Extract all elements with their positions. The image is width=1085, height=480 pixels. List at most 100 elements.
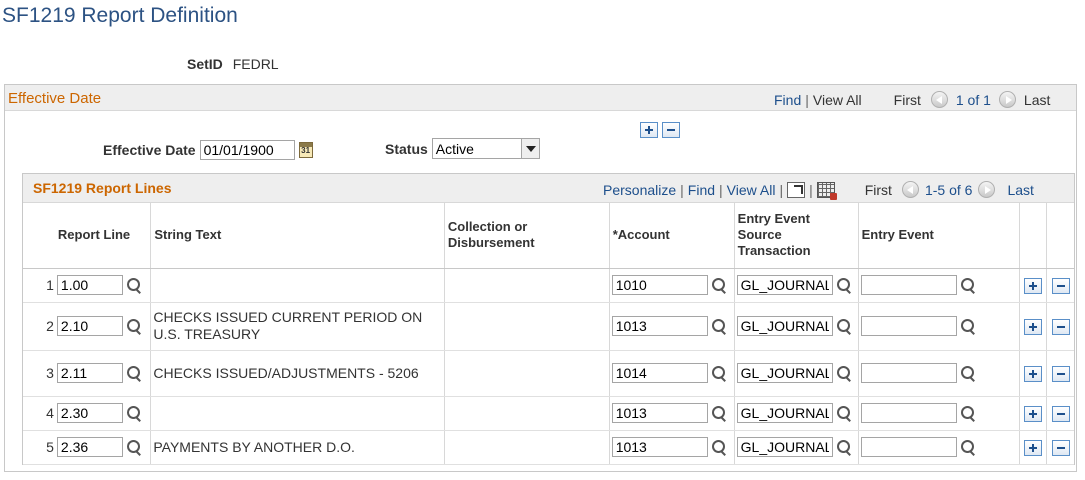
report-lines-first-label: First xyxy=(864,181,892,198)
account-input[interactable] xyxy=(611,437,708,457)
next-arrow-icon[interactable] xyxy=(998,91,1016,108)
lookup-icon[interactable] xyxy=(836,318,852,334)
lookup-icon[interactable] xyxy=(836,405,852,421)
report-lines-find-link[interactable]: Find xyxy=(688,182,715,198)
account-input[interactable] xyxy=(611,275,708,295)
string-text-value: PAYMENTS BY ANOTHER D.O. xyxy=(153,438,355,455)
entry-event-cell xyxy=(858,430,1021,465)
lookup-icon[interactable] xyxy=(126,277,142,293)
delete-effective-row-button[interactable] xyxy=(662,122,680,138)
string-text-cell: CHECKS ISSUED CURRENT PERIOD ON U.S. TRE… xyxy=(150,302,445,351)
add-effective-row-button[interactable] xyxy=(640,122,658,138)
new-window-icon[interactable] xyxy=(787,181,806,198)
delete-cell xyxy=(1046,396,1074,431)
effective-view-all-link[interactable]: View All xyxy=(813,92,862,108)
string-text-value: CHECKS ISSUED/ADJUSTMENTS - 5206 xyxy=(153,364,419,381)
entry-event-source-cell xyxy=(734,350,859,397)
string-text-cell xyxy=(150,268,445,303)
effective-row-buttons xyxy=(640,122,680,138)
add-row-button[interactable] xyxy=(1024,277,1043,294)
report-line-input[interactable] xyxy=(56,403,123,423)
table-header-row: Report Line String Text Collection or Di… xyxy=(23,203,1074,269)
lookup-icon[interactable] xyxy=(836,365,852,381)
report-lines-title: SF1219 Report Lines xyxy=(33,180,172,196)
account-cell xyxy=(609,396,735,431)
entry-event-source-input[interactable] xyxy=(736,275,833,295)
column-header-report-line: Report Line xyxy=(54,203,152,269)
status-select[interactable]: Active xyxy=(431,138,540,159)
personalize-link[interactable]: Personalize xyxy=(603,182,676,198)
account-input[interactable] xyxy=(611,363,708,383)
lookup-icon[interactable] xyxy=(126,318,142,334)
effective-date-input[interactable] xyxy=(199,140,295,160)
add-cell xyxy=(1019,350,1048,397)
report-line-input[interactable] xyxy=(56,363,123,383)
report-line-input[interactable] xyxy=(56,275,123,295)
delete-row-button[interactable] xyxy=(1051,405,1070,422)
table-row: 1 xyxy=(23,268,1074,303)
entry-event-input[interactable] xyxy=(860,403,957,423)
lookup-icon[interactable] xyxy=(960,277,976,293)
delete-row-button[interactable] xyxy=(1051,318,1070,335)
lookup-icon[interactable] xyxy=(126,405,142,421)
report-lines-last-link[interactable]: Last xyxy=(1007,182,1033,198)
row-number: 5 xyxy=(23,430,55,465)
report-lines-view-all-link[interactable]: View All xyxy=(727,182,776,198)
setid-field: SetID FEDRL xyxy=(187,56,279,72)
lookup-icon[interactable] xyxy=(711,318,727,334)
entry-event-source-input[interactable] xyxy=(736,403,833,423)
entry-event-source-cell xyxy=(734,268,859,303)
delete-row-button[interactable] xyxy=(1051,277,1070,294)
lookup-icon[interactable] xyxy=(960,405,976,421)
delete-row-button[interactable] xyxy=(1051,439,1070,456)
prev-arrow-icon[interactable] xyxy=(930,91,948,108)
report-line-input[interactable] xyxy=(56,437,123,457)
add-row-button[interactable] xyxy=(1024,405,1043,422)
add-row-button[interactable] xyxy=(1024,365,1043,382)
lookup-icon[interactable] xyxy=(126,365,142,381)
entry-event-source-input[interactable] xyxy=(736,437,833,457)
lookup-icon[interactable] xyxy=(711,365,727,381)
delete-cell xyxy=(1046,302,1074,351)
lookup-icon[interactable] xyxy=(960,318,976,334)
add-row-button[interactable] xyxy=(1024,318,1043,335)
add-row-button[interactable] xyxy=(1024,439,1043,456)
account-input[interactable] xyxy=(611,403,708,423)
collection-cell xyxy=(444,430,610,465)
entry-event-source-input[interactable] xyxy=(736,316,833,336)
delete-row-button[interactable] xyxy=(1051,365,1070,382)
report-lines-row-count: 1-5 of 6 xyxy=(924,181,973,198)
account-cell xyxy=(609,302,735,351)
prev-arrow-icon[interactable] xyxy=(901,181,919,198)
row-number: 3 xyxy=(23,350,55,397)
entry-event-input[interactable] xyxy=(860,316,957,336)
status-field: Status Active xyxy=(385,138,540,159)
lookup-icon[interactable] xyxy=(836,277,852,293)
next-arrow-icon[interactable] xyxy=(978,181,996,198)
collection-cell xyxy=(444,396,610,431)
lookup-icon[interactable] xyxy=(711,405,727,421)
lookup-icon[interactable] xyxy=(711,439,727,455)
lookup-icon[interactable] xyxy=(836,439,852,455)
entry-event-input[interactable] xyxy=(860,275,957,295)
separator: | xyxy=(805,91,809,108)
column-header-entry-event: Entry Event xyxy=(858,203,1021,269)
lookup-icon[interactable] xyxy=(711,277,727,293)
lookup-icon[interactable] xyxy=(126,439,142,455)
row-number: 2 xyxy=(23,302,55,351)
lookup-icon[interactable] xyxy=(960,439,976,455)
lookup-icon[interactable] xyxy=(960,365,976,381)
entry-event-cell xyxy=(858,302,1021,351)
report-lines-table: Report Line String Text Collection or Di… xyxy=(23,203,1074,465)
report-line-input[interactable] xyxy=(56,316,123,336)
spreadsheet-icon[interactable] xyxy=(816,181,837,200)
chevron-down-icon[interactable] xyxy=(520,139,539,158)
entry-event-input[interactable] xyxy=(860,363,957,383)
effective-find-link[interactable]: Find xyxy=(774,92,801,108)
account-input[interactable] xyxy=(611,316,708,336)
calendar-icon[interactable]: 31 xyxy=(298,142,313,158)
entry-event-input[interactable] xyxy=(860,437,957,457)
status-label: Status xyxy=(385,140,428,157)
entry-event-source-input[interactable] xyxy=(736,363,833,383)
string-text-cell: PAYMENTS BY ANOTHER D.O. xyxy=(150,430,445,465)
